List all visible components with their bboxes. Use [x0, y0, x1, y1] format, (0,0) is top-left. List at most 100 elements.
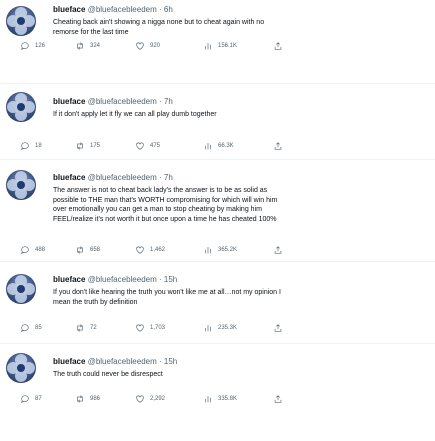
- retweet-count: 986: [90, 396, 101, 402]
- like-button[interactable]: 1,462: [135, 244, 165, 256]
- tweet-text: The truth could never be disrespect: [53, 370, 428, 380]
- reply-button[interactable]: 87: [20, 393, 42, 405]
- action-bar: 85 72 1,703 235.3K: [20, 322, 390, 334]
- tweet-text: If it don't apply let it fly we can all …: [53, 110, 428, 120]
- view-count: 156.1K: [218, 43, 238, 49]
- display-name[interactable]: blueface: [53, 173, 85, 182]
- tweet[interactable]: blueface @bluefacebleedem · 15h The trut…: [0, 344, 435, 441]
- user-handle[interactable]: @bluefacebleedem: [88, 97, 157, 106]
- user-handle[interactable]: @bluefacebleedem: [88, 5, 157, 14]
- avatar[interactable]: [6, 353, 36, 383]
- share-icon: [274, 395, 282, 403]
- display-name[interactable]: blueface: [53, 275, 85, 284]
- views-button[interactable]: 235.3K: [203, 322, 237, 334]
- timestamp[interactable]: 15h: [164, 357, 177, 366]
- tweet[interactable]: blueface @bluefacebleedem · 15h If you d…: [0, 262, 435, 342]
- reply-icon: [21, 324, 29, 333]
- retweet-icon: [77, 395, 83, 403]
- like-button[interactable]: 475: [135, 140, 160, 152]
- heart-icon: [136, 395, 144, 403]
- action-bar: 18 175 475 66.3K: [20, 140, 390, 152]
- display-name[interactable]: blueface: [53, 5, 85, 14]
- like-button[interactable]: 920: [135, 40, 160, 52]
- timestamp[interactable]: 15h: [164, 275, 177, 284]
- tweet-text-line: FEEL/realize it's not worth it but once …: [53, 215, 277, 223]
- timestamp[interactable]: 6h: [164, 5, 173, 14]
- avatar[interactable]: [6, 6, 36, 36]
- like-count: 1,462: [150, 247, 166, 253]
- tweet[interactable]: blueface @bluefacebleedem · 6h Cheating …: [0, 0, 435, 82]
- reply-count: 85: [35, 325, 42, 331]
- retweet-icon: [77, 324, 83, 332]
- user-handle[interactable]: @bluefacebleedem: [88, 173, 157, 182]
- reply-button[interactable]: 85: [20, 322, 42, 334]
- bar-chart-icon: [205, 43, 211, 50]
- like-button[interactable]: 1,703: [135, 322, 165, 334]
- retweet-button[interactable]: 175: [75, 140, 100, 152]
- avatar[interactable]: [6, 170, 36, 200]
- views-button[interactable]: 365.2K: [203, 244, 237, 256]
- avatar[interactable]: [6, 274, 36, 304]
- reply-icon: [21, 142, 29, 151]
- share-button[interactable]: [273, 322, 283, 334]
- display-name[interactable]: blueface: [53, 357, 85, 366]
- separator-dot: ·: [159, 173, 162, 182]
- action-bar: 488 658 1,462 365.2K: [20, 244, 390, 256]
- timestamp[interactable]: 7h: [164, 173, 173, 182]
- share-icon: [274, 324, 282, 332]
- like-count: 920: [150, 43, 161, 49]
- share-button[interactable]: [273, 244, 283, 256]
- like-count: 1,703: [150, 325, 166, 331]
- heart-icon: [136, 142, 144, 150]
- retweet-button[interactable]: 658: [75, 244, 100, 256]
- reply-icon: [21, 42, 29, 51]
- user-handle[interactable]: @bluefacebleedem: [88, 357, 157, 366]
- views-button[interactable]: 335.8K: [203, 393, 237, 405]
- tweet[interactable]: blueface @bluefacebleedem · 7h The answe…: [0, 160, 435, 260]
- reply-button[interactable]: 126: [20, 40, 45, 52]
- tweet-text-line: The answer is not to cheat back lady's t…: [53, 187, 268, 194]
- tweet-header: blueface @bluefacebleedem · 7h: [53, 96, 428, 107]
- tweet-text-line: Cheating back ain't showing a nigga none…: [53, 19, 265, 26]
- reply-count: 488: [35, 247, 46, 253]
- retweet-button[interactable]: 72: [75, 322, 97, 334]
- reply-button[interactable]: 18: [20, 140, 42, 152]
- display-name[interactable]: blueface: [53, 97, 85, 106]
- reply-count: 87: [35, 396, 42, 402]
- share-button[interactable]: [273, 393, 283, 405]
- heart-icon: [136, 42, 144, 50]
- view-count: 335.8K: [218, 396, 238, 402]
- action-bar: 126 324 920 156.1K: [20, 40, 390, 52]
- timestamp[interactable]: 7h: [164, 97, 173, 106]
- like-count: 475: [150, 143, 161, 149]
- retweet-count: 324: [90, 43, 101, 49]
- retweet-icon: [77, 42, 83, 50]
- action-bar: 87 986 2,292 335.8K: [20, 393, 390, 405]
- retweet-count: 175: [90, 143, 101, 149]
- bar-chart-icon: [205, 396, 211, 403]
- tweet-text-line: possible to THE man that's WORTH comprom…: [53, 196, 278, 204]
- retweet-count: 658: [90, 247, 101, 253]
- tweet-text-line: remorse for the last time: [53, 28, 129, 36]
- retweet-count: 72: [90, 325, 97, 331]
- tweet-header: blueface @bluefacebleedem · 15h: [53, 356, 428, 367]
- user-handle[interactable]: @bluefacebleedem: [88, 275, 157, 284]
- like-button[interactable]: 2,292: [135, 393, 165, 405]
- heart-icon: [136, 246, 144, 254]
- separator-dot: ·: [159, 5, 162, 14]
- view-count: 66.3K: [218, 143, 234, 149]
- retweet-button[interactable]: 986: [75, 393, 100, 405]
- avatar[interactable]: [6, 92, 36, 122]
- bar-chart-icon: [205, 325, 211, 332]
- reply-button[interactable]: 488: [20, 244, 45, 256]
- bar-chart-icon: [205, 143, 211, 150]
- separator-dot: ·: [159, 97, 162, 106]
- share-icon: [274, 246, 282, 254]
- views-button[interactable]: 66.3K: [203, 140, 234, 152]
- share-button[interactable]: [273, 40, 283, 52]
- retweet-button[interactable]: 324: [75, 40, 100, 52]
- tweet[interactable]: blueface @bluefacebleedem · 7h If it don…: [0, 84, 435, 158]
- views-button[interactable]: 156.1K: [203, 40, 237, 52]
- share-button[interactable]: [273, 140, 283, 152]
- separator-dot: ·: [159, 357, 162, 366]
